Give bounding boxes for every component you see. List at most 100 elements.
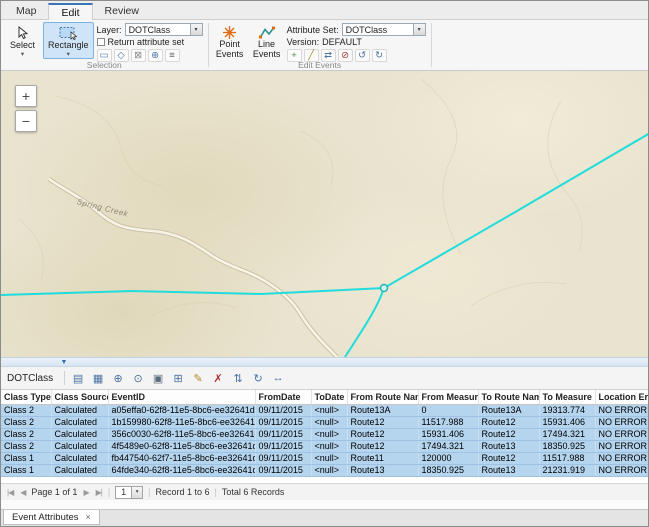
table-row[interactable]: Class 2Calculated1b159980-62f8-11e5-8bc6… [1, 416, 648, 428]
column-header[interactable]: Class Source [51, 390, 108, 404]
point-events-button[interactable]: Point Events [213, 22, 247, 59]
table-row[interactable]: Class 2Calculated4f5489e0-62f8-11e5-8bc6… [1, 440, 648, 452]
tab-review[interactable]: Review [93, 2, 151, 19]
table-cell[interactable]: Route12 [347, 416, 418, 428]
table-cell[interactable]: Route11 [347, 452, 418, 464]
column-header[interactable]: To Measure [539, 390, 595, 404]
table-cell[interactable]: 09/11/2015 [255, 416, 311, 428]
table-cell[interactable]: 356c0030-62f8-11e5-8bc6-ee32641d5ec9 [108, 428, 255, 440]
column-header[interactable]: To Route Name [478, 390, 539, 404]
column-header[interactable]: ToDate [311, 390, 347, 404]
table-cell[interactable]: Route13A [478, 404, 539, 416]
column-header[interactable]: EventID [108, 390, 255, 404]
table-cell[interactable]: NO ERROR [595, 464, 648, 476]
table-row[interactable]: Class 1Calculatedfb447540-62f7-11e5-8bc6… [1, 452, 648, 464]
tab-event-attributes[interactable]: Event Attributes × [3, 510, 100, 525]
delete-record-icon[interactable]: ✗ [209, 369, 227, 387]
attribute-set-select[interactable]: DOTClass ▾ [342, 23, 426, 36]
table-cell[interactable]: 19313.774 [539, 404, 595, 416]
column-header[interactable]: FromDate [255, 390, 311, 404]
table-cell[interactable]: 17494.321 [539, 428, 595, 440]
route-line-west[interactable] [1, 288, 384, 295]
table-cell[interactable]: 0 [418, 404, 478, 416]
close-icon[interactable]: × [86, 512, 91, 522]
table-cell[interactable]: Route12 [478, 428, 539, 440]
table-cell[interactable]: <null> [311, 404, 347, 416]
table-cell[interactable]: Class 2 [1, 416, 51, 428]
tab-edit[interactable]: Edit [48, 3, 92, 20]
table-cell[interactable]: Calculated [51, 416, 108, 428]
table-cell[interactable]: Calculated [51, 464, 108, 476]
table-cell[interactable]: Class 2 [1, 404, 51, 416]
table-cell[interactable]: NO ERROR [595, 440, 648, 452]
route-line-south[interactable] [345, 288, 384, 357]
table-cell[interactable]: 09/11/2015 [255, 452, 311, 464]
table-cell[interactable]: a05effa0-62f8-11e5-8bc6-ee32641d5ec9 [108, 404, 255, 416]
table-cell[interactable]: Route13 [478, 440, 539, 452]
table-cell[interactable]: 18350.925 [539, 440, 595, 452]
table-cell[interactable]: Class 2 [1, 428, 51, 440]
return-attribute-set-checkbox[interactable] [97, 38, 105, 46]
zoom-to-events-icon[interactable]: ⊕ [109, 369, 127, 387]
collapse-panel-button[interactable]: ▼ [51, 358, 77, 367]
table-cell[interactable]: 1b159980-62f8-11e5-8bc6-ee32641d5ec9 [108, 416, 255, 428]
table-row[interactable]: Class 2Calculated356c0030-62f8-11e5-8bc6… [1, 428, 648, 440]
add-record-icon[interactable]: ⊞ [169, 369, 187, 387]
zoom-out-button[interactable]: − [15, 110, 37, 132]
rectangle-tool-button[interactable]: Rectangle ▾ [43, 22, 94, 59]
table-cell[interactable]: 15931.406 [539, 416, 595, 428]
chevron-down-icon[interactable]: ▾ [190, 24, 202, 35]
refresh-table-icon[interactable]: ↻ [249, 369, 267, 387]
table-cell[interactable]: 09/11/2015 [255, 428, 311, 440]
table-cell[interactable]: <null> [311, 416, 347, 428]
table-cell[interactable]: NO ERROR [595, 416, 648, 428]
line-events-button[interactable]: Line Events [250, 22, 284, 59]
table-cell[interactable]: Route12 [478, 416, 539, 428]
save-edits-icon[interactable]: ▣ [149, 369, 167, 387]
select-tool-button[interactable]: Select ▾ [5, 22, 40, 59]
table-cell[interactable]: 15931.406 [418, 428, 478, 440]
table-cell[interactable]: NO ERROR [595, 404, 648, 416]
column-header[interactable]: From Measure [418, 390, 478, 404]
table-cell[interactable]: Class 1 [1, 452, 51, 464]
last-page-button[interactable]: ▶| [95, 488, 103, 497]
table-cell[interactable]: Route12 [478, 452, 539, 464]
next-page-button[interactable]: ▶ [82, 488, 89, 497]
first-page-button[interactable]: |◀ [6, 488, 14, 497]
fit-columns-icon[interactable]: ↔ [269, 369, 287, 387]
route-line-northeast[interactable] [384, 133, 648, 288]
chevron-down-icon[interactable]: ▾ [131, 487, 142, 498]
table-row[interactable]: Class 1Calculated64fde340-62f8-11e5-8bc6… [1, 464, 648, 476]
chevron-down-icon[interactable]: ▾ [413, 24, 425, 35]
table-cell[interactable]: Calculated [51, 452, 108, 464]
page-number-select[interactable]: 1 ▾ [115, 486, 143, 499]
table-cell[interactable]: 17494.321 [418, 440, 478, 452]
previous-page-button[interactable]: ◀ [19, 488, 26, 497]
table-cell[interactable]: 4f5489e0-62f8-11e5-8bc6-ee32641d5ec9 [108, 440, 255, 452]
table-cell[interactable]: NO ERROR [595, 452, 648, 464]
table-cell[interactable]: Calculated [51, 440, 108, 452]
table-cell[interactable]: Class 2 [1, 440, 51, 452]
table-cell[interactable]: 09/11/2015 [255, 464, 311, 476]
table-cell[interactable]: Route13 [478, 464, 539, 476]
tab-map[interactable]: Map [4, 2, 48, 19]
table-cell[interactable]: 09/11/2015 [255, 440, 311, 452]
layer-select[interactable]: DOTClass ▾ [125, 23, 203, 36]
table-cell[interactable]: 21231.919 [539, 464, 595, 476]
table-cell[interactable]: 11517.988 [539, 452, 595, 464]
table-cell[interactable]: Class 1 [1, 464, 51, 476]
table-cell[interactable]: 11517.988 [418, 416, 478, 428]
edit-record-icon[interactable]: ✎ [189, 369, 207, 387]
column-header[interactable]: Location Error [595, 390, 648, 404]
table-cell[interactable]: NO ERROR [595, 428, 648, 440]
table-cell[interactable]: 09/11/2015 [255, 404, 311, 416]
table-cell[interactable]: <null> [311, 464, 347, 476]
table-cell[interactable]: 64fde340-62f8-11e5-8bc6-ee32641d5ec9 [108, 464, 255, 476]
table-cell[interactable]: 18350.925 [418, 464, 478, 476]
table-cell[interactable]: Route13A [347, 404, 418, 416]
table-row[interactable]: Class 2Calculateda05effa0-62f8-11e5-8bc6… [1, 404, 648, 416]
map-view[interactable]: Spring Creek + − [1, 71, 648, 357]
table-cell[interactable]: Route12 [347, 428, 418, 440]
table-cell[interactable]: Calculated [51, 404, 108, 416]
table-cell[interactable]: Calculated [51, 428, 108, 440]
